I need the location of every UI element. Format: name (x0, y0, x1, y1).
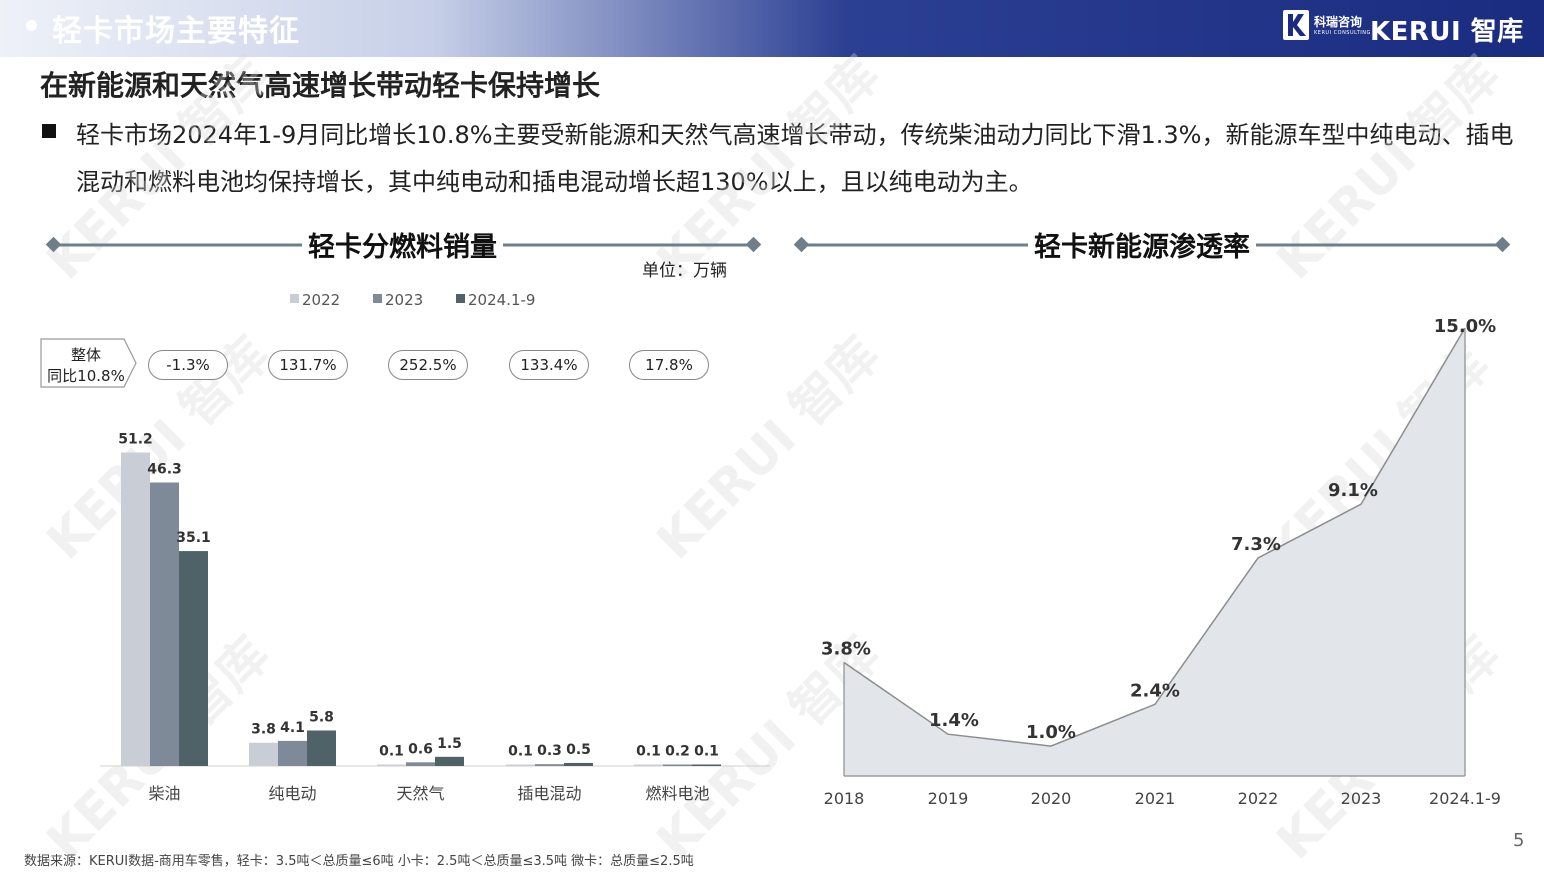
right-section-title: 轻卡新能源渗透率 (1028, 225, 1256, 264)
category-label-柴油: 柴油 (148, 784, 180, 803)
category-label-插电混动: 插电混动 (517, 784, 581, 803)
legend-label-2022: 2022 (302, 291, 340, 309)
bar-label-柴油-2022: 51.2 (118, 432, 153, 448)
area-label-2022: 7.3% (1231, 534, 1281, 555)
x-tick-2021: 2021 (1135, 789, 1176, 808)
data-source-footer: 数据来源：KERUI数据-商用车零售，轻卡：3.5吨＜总质量≤6吨 小卡：2.5… (24, 854, 694, 869)
bar-天然气-2023 (406, 762, 435, 766)
bar-label-纯电动-2023: 4.1 (280, 720, 305, 736)
bar-燃料电池-2024.1-9 (692, 764, 721, 766)
bar-纯电动-2022 (249, 742, 278, 766)
bar-燃料电池-2023 (663, 764, 692, 766)
watermark-text-6: KERUI 智库 (36, 46, 281, 291)
bar-柴油-2022 (121, 452, 150, 766)
bar-天然气-2022 (377, 764, 406, 766)
bar-插电混动-2024.1-9 (564, 762, 593, 766)
bar-label-插电混动-2023: 0.3 (537, 743, 562, 759)
x-tick-2018: 2018 (824, 789, 865, 808)
legend-label-2023: 2023 (385, 291, 423, 309)
growth-pill-cng: 252.5% (388, 350, 468, 380)
bar-label-燃料电池-2022: 0.1 (636, 744, 661, 760)
bar-燃料电池-2022 (634, 764, 663, 766)
legend-swatch-2024.1-9 (456, 294, 465, 303)
overall-growth-box: 整体 同比10.8% (40, 338, 138, 388)
x-tick-2019: 2019 (928, 789, 969, 808)
area-label-2023: 9.1% (1328, 480, 1378, 501)
growth-pill-diesel: -1.3% (148, 350, 228, 380)
x-tick-2024.1-9: 2024.1-9 (1429, 789, 1501, 808)
bar-label-纯电动-2024.1-9: 5.8 (309, 709, 334, 725)
bar-label-天然气-2024.1-9: 1.5 (437, 736, 462, 752)
bar-纯电动-2024.1-9 (307, 730, 336, 766)
x-tick-2022: 2022 (1238, 789, 1279, 808)
growth-pill-fcev: 17.8% (629, 350, 709, 380)
growth-pill-phev: 133.4% (509, 350, 589, 380)
bar-label-插电混动-2024.1-9: 0.5 (566, 742, 591, 758)
x-tick-2020: 2020 (1031, 789, 1072, 808)
bar-柴油-2023 (150, 482, 179, 766)
area-fill (844, 328, 1465, 776)
legend-swatch-2023 (373, 294, 382, 303)
bar-柴油-2024.1-9 (179, 551, 208, 766)
bar-天然气-2024.1-9 (435, 756, 464, 766)
area-label-2019: 1.4% (929, 710, 979, 731)
unit-label: 单位：万辆 (642, 261, 727, 281)
watermark-text-2: KERUI 智库 (1266, 46, 1511, 291)
bar-label-柴油-2023: 46.3 (147, 462, 182, 478)
charts-canvas: KERUI 智库 KERUI 智库KERUI 智库KERUI 智库 KERUI 智库… (36, 46, 1511, 871)
overall-growth-value: 同比10.8% (47, 367, 125, 385)
penetration-area-chart: 3.8% 2018 1.4% 2019 1.0% 2020 2.4% 2021 7.3% 2022… (821, 316, 1501, 808)
x-tick-2023: 2023 (1341, 789, 1382, 808)
bar-插电混动-2022 (506, 764, 535, 766)
legend-swatch-2022 (290, 294, 299, 303)
area-label-2021: 2.4% (1130, 680, 1180, 701)
bar-label-燃料电池-2023: 0.2 (665, 744, 690, 760)
left-section-title: 轻卡分燃料销量 (302, 225, 503, 264)
bar-纯电动-2023 (278, 740, 307, 766)
area-label-2024.1-9: 15.0% (1434, 316, 1496, 337)
bar-label-纯电动-2022: 3.8 (251, 722, 276, 738)
page-number: 5 (1513, 830, 1525, 851)
bar-label-插电混动-2022: 0.1 (508, 744, 533, 760)
area-label-2020: 1.0% (1026, 722, 1076, 743)
legend-label-2024.1-9: 2024.1-9 (468, 291, 535, 309)
category-label-燃料电池: 燃料电池 (645, 784, 709, 803)
category-label-纯电动: 纯电动 (268, 784, 316, 803)
bar-label-天然气-2022: 0.1 (379, 744, 404, 760)
bar-label-柴油-2024.1-9: 35.1 (176, 530, 211, 546)
growth-pill-bev: 131.7% (268, 350, 348, 380)
bar-插电混动-2023 (535, 764, 564, 766)
area-label-2018: 3.8% (821, 639, 871, 660)
bar-label-天然气-2023: 0.6 (408, 741, 433, 757)
bar-label-燃料电池-2024.1-9: 0.1 (694, 744, 719, 760)
overall-label: 整体 (70, 346, 101, 364)
watermark-text-7: KERUI 智库 (646, 46, 891, 291)
category-label-天然气: 天然气 (396, 784, 444, 803)
